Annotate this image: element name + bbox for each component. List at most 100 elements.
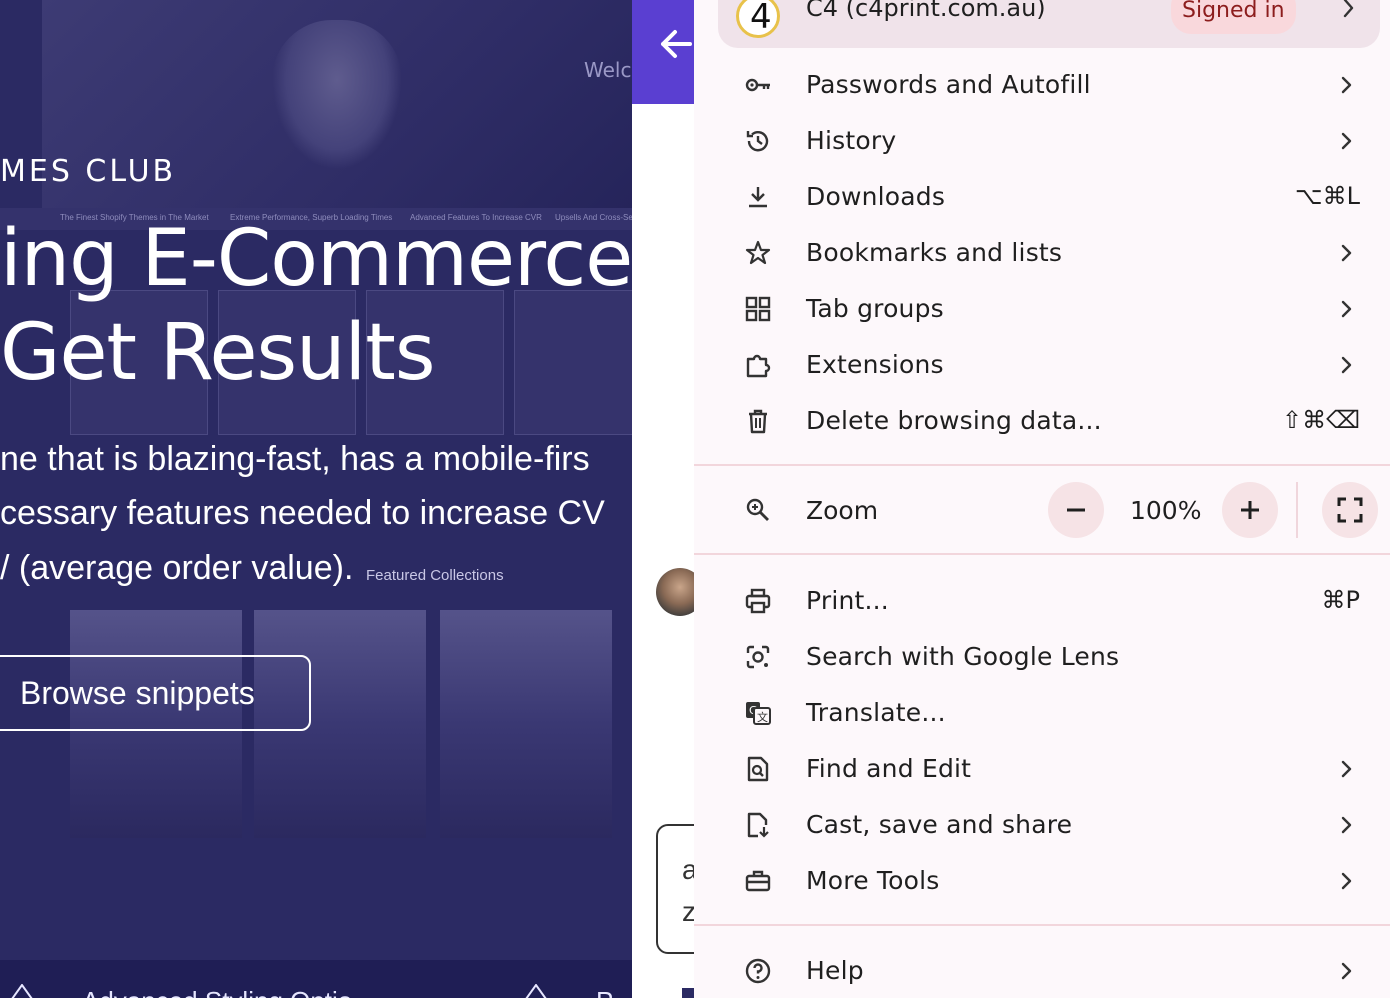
- browse-snippets-button[interactable]: Browse snippets: [0, 655, 311, 731]
- hero-title-line-2: Get Results: [0, 308, 435, 398]
- menu-item-find-edit[interactable]: Find and Edit: [694, 741, 1390, 797]
- chevron-right-icon: [1341, 76, 1352, 94]
- hero-subtitle: MES CLUB: [0, 154, 177, 189]
- keyboard-shortcut: ⌘P: [1321, 586, 1360, 614]
- help-icon: [745, 958, 771, 984]
- profile-name: C4 (c4print.com.au): [806, 0, 1046, 22]
- fullscreen-button[interactable]: [1322, 482, 1378, 538]
- chevron-right-icon: [1343, 0, 1354, 18]
- print-icon: [745, 588, 771, 614]
- hero-description-line-1: ne that is blazing-fast, has a mobile-fi…: [0, 440, 590, 478]
- puzzle-icon: [746, 354, 771, 378]
- collection-photo: [440, 610, 612, 838]
- menu-item-history[interactable]: History: [694, 113, 1390, 169]
- menu-item-label: Help: [806, 956, 864, 985]
- menu-item-label: Delete browsing data...: [806, 406, 1102, 435]
- panel-footer-block: [682, 988, 694, 998]
- find-icon: [747, 756, 769, 782]
- zoom-in-button[interactable]: [1222, 482, 1278, 538]
- menu-item-cast-save-share[interactable]: Cast, save and share: [694, 797, 1390, 853]
- menu-item-translate[interactable]: G 文 Translate...: [694, 685, 1390, 741]
- chevron-right-icon: [1341, 356, 1352, 374]
- menu-item-bookmarks-lists[interactable]: Bookmarks and lists: [694, 225, 1390, 281]
- warning-icon: [525, 984, 547, 998]
- menu-item-help[interactable]: Help: [694, 943, 1390, 998]
- bottom-feature-bar: Advanced Styling Optio P: [0, 960, 632, 998]
- zoom-out-button[interactable]: [1048, 482, 1104, 538]
- hero-person-image: [272, 20, 402, 170]
- keyboard-shortcut: ⌥⌘L: [1294, 182, 1360, 210]
- featured-collections-heading: Featured Collections: [366, 567, 504, 584]
- zoom-icon: [746, 498, 769, 521]
- warning-icon: [11, 984, 33, 998]
- menu-item-label: Search with Google Lens: [806, 642, 1120, 671]
- chevron-right-icon: [1341, 872, 1352, 890]
- menu-item-label: History: [806, 126, 897, 155]
- signed-in-badge: Signed in: [1171, 0, 1296, 34]
- menu-item-label: Cast, save and share: [806, 810, 1073, 839]
- menu-divider: [694, 553, 1390, 555]
- welcome-text: Welco: [584, 58, 632, 82]
- hero-description-line-3: / (average order value).: [0, 549, 354, 587]
- keyboard-shortcut: ⇧⌘⌫: [1281, 406, 1360, 434]
- tab-groups-icon: [745, 296, 771, 322]
- panel-text-box[interactable]: a z: [656, 824, 694, 954]
- hero-title-line-1: ing E-Commerce: [0, 214, 632, 304]
- star-icon: [745, 240, 771, 265]
- profile-avatar-text: 4: [750, 0, 772, 37]
- toolbox-icon: [745, 870, 771, 892]
- menu-item-label: Find and Edit: [806, 754, 972, 783]
- avatar[interactable]: [656, 568, 694, 616]
- profile-row[interactable]: 4 C4 (c4print.com.au) Signed in: [718, 0, 1380, 48]
- menu-item-label: Translate...: [806, 698, 946, 727]
- lens-icon: [746, 645, 770, 669]
- download-icon: [749, 187, 767, 208]
- menu-item-passwords-autofill[interactable]: Passwords and Autofill: [694, 57, 1390, 113]
- chevron-right-icon: [1341, 816, 1352, 834]
- chevron-right-icon: [1341, 244, 1352, 262]
- history-icon: [746, 131, 769, 152]
- menu-item-print[interactable]: Print... ⌘P: [694, 573, 1390, 629]
- menu-item-label: Bookmarks and lists: [806, 238, 1063, 267]
- menu-divider: [694, 464, 1390, 466]
- menu-item-extensions[interactable]: Extensions: [694, 337, 1390, 393]
- chevron-right-icon: [1341, 962, 1352, 980]
- menu-item-label: Tab groups: [806, 294, 944, 323]
- side-panel: a z: [632, 0, 694, 998]
- zoom-separator: [1296, 482, 1298, 538]
- menu-item-google-lens[interactable]: Search with Google Lens: [694, 629, 1390, 685]
- fullscreen-icon: [1337, 497, 1363, 523]
- menu-item-more-tools[interactable]: More Tools: [694, 853, 1390, 909]
- plus-icon: [1241, 501, 1259, 519]
- menu-item-tab-groups[interactable]: Tab groups: [694, 281, 1390, 337]
- zoom-value: 100%: [1130, 496, 1202, 525]
- chevron-right-icon: [1341, 760, 1352, 778]
- cast-save-icon: [747, 812, 769, 838]
- svg-text:文: 文: [757, 710, 768, 724]
- menu-item-label: Downloads: [806, 182, 946, 211]
- chevron-right-icon: [1341, 300, 1352, 318]
- hero-description-line-2: cessary features needed to increase CV: [0, 494, 605, 532]
- panel-box-text: a: [682, 854, 694, 885]
- zoom-label: Zoom: [806, 496, 879, 525]
- menu-item-label: Passwords and Autofill: [806, 70, 1091, 99]
- key-icon: [745, 78, 770, 92]
- menu-item-delete-browsing-data[interactable]: Delete browsing data... ⇧⌘⌫: [694, 393, 1390, 449]
- trash-icon: [749, 409, 767, 434]
- product-card: [514, 290, 632, 435]
- background-web-page: Welco The Finest Shopify Themes in The M…: [0, 0, 632, 998]
- menu-item-label: Extensions: [806, 350, 944, 379]
- menu-item-downloads[interactable]: Downloads ⌥⌘L: [694, 169, 1390, 225]
- panel-header: [632, 0, 694, 104]
- panel-box-text: z: [682, 896, 694, 927]
- profile-avatar: 4: [736, 0, 780, 38]
- zoom-row: Zoom 100%: [694, 482, 1390, 540]
- browser-menu: 4 C4 (c4print.com.au) Signed in Password…: [694, 0, 1390, 998]
- bottom-feature-text: P: [596, 986, 613, 998]
- bottom-feature-text: Advanced Styling Optio: [82, 986, 352, 998]
- chevron-right-icon: [1341, 132, 1352, 150]
- menu-item-label: More Tools: [806, 866, 940, 895]
- translate-icon: G 文: [746, 702, 771, 725]
- arrow-left-icon[interactable]: [658, 26, 694, 62]
- menu-divider: [694, 924, 1390, 926]
